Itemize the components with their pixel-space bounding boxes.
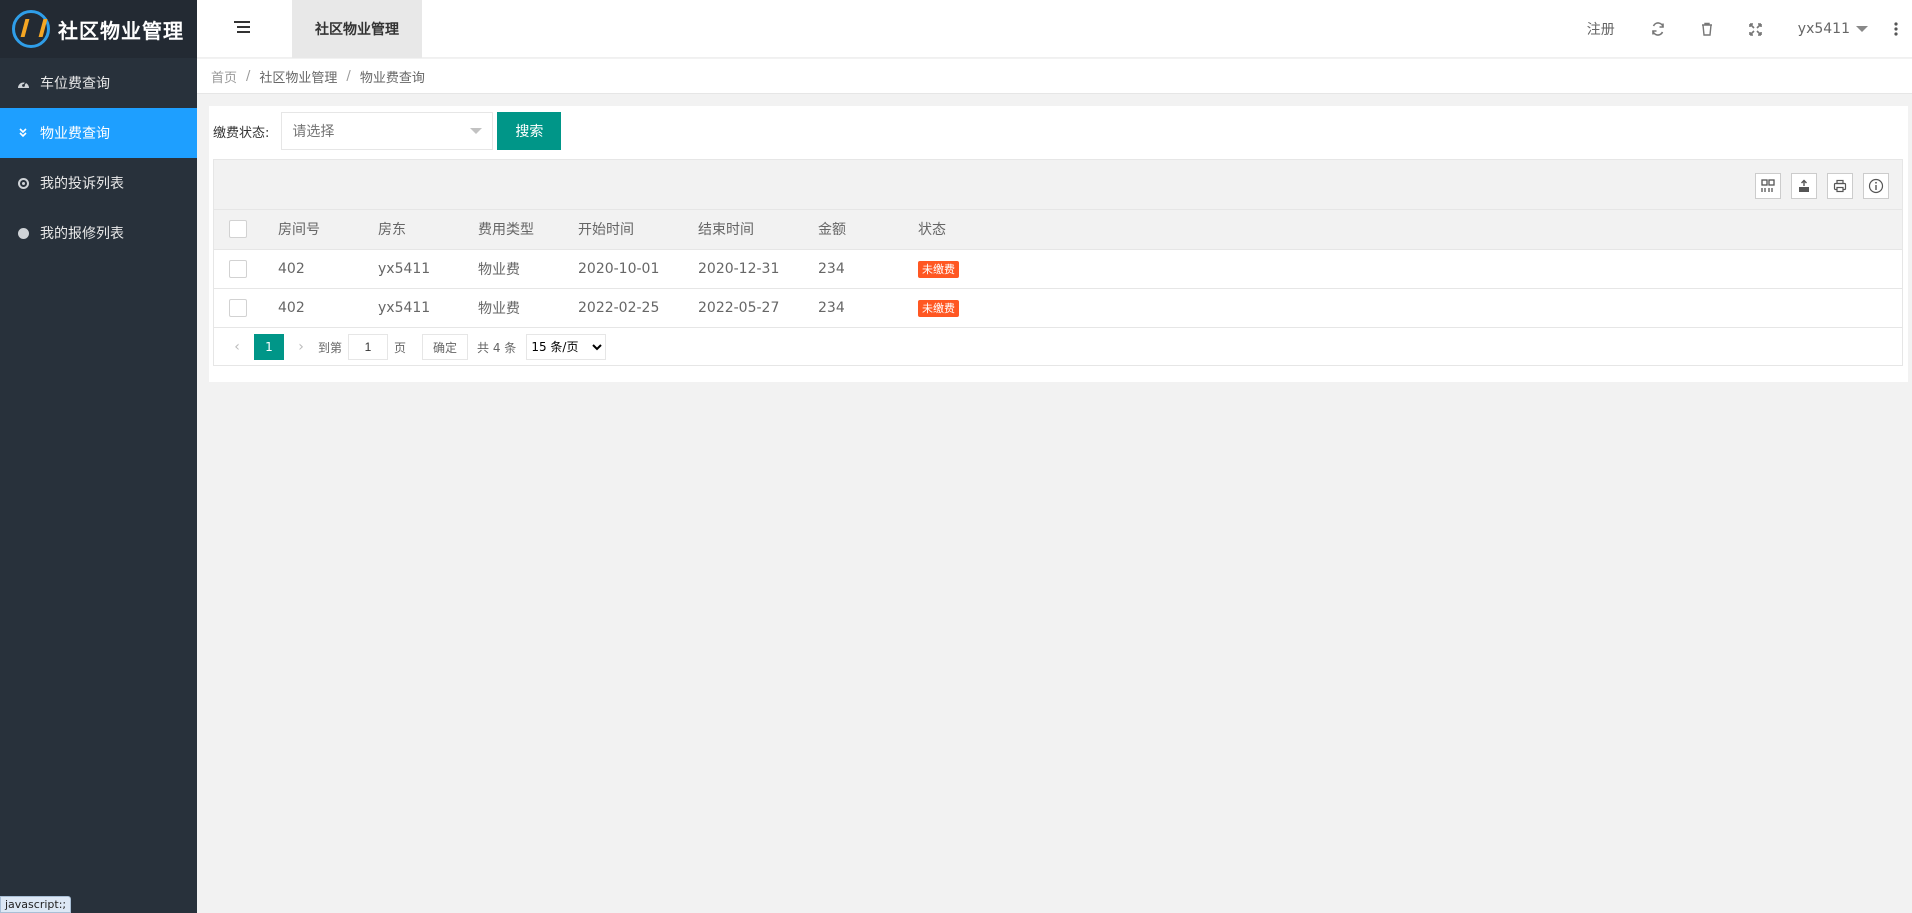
search-bar: 缴费状态: 请选择 搜索	[213, 112, 562, 150]
more-vertical-icon[interactable]	[1886, 22, 1912, 36]
fullscreen-icon[interactable]	[1731, 22, 1780, 36]
breadcrumb-home[interactable]: 首页	[211, 67, 237, 86]
cell-owner: yx5411	[378, 260, 431, 277]
total-count: 共 4 条	[477, 340, 517, 355]
sidebar: 社区物业管理 车位费查询 物业费查询 我的投诉列表 我的报修列表 javascr…	[0, 0, 197, 913]
status-badge: 未缴费	[918, 260, 959, 278]
main-card: 缴费状态: 请选择 搜索 房间号 房东 费用类型 开始时间 结束时间 金额 状态…	[209, 106, 1908, 382]
pagination: ‹ 1 › 到第 页 确定 共 4 条 15 条/页	[214, 327, 1902, 366]
sidebar-item-label: 我的报修列表	[40, 226, 124, 242]
chevron-down-icon	[1856, 26, 1868, 32]
row-checkbox[interactable]	[229, 298, 247, 317]
row-checkbox[interactable]	[229, 259, 247, 278]
cell-fee-type: 物业费	[478, 261, 520, 278]
cell-room: 402	[278, 260, 305, 277]
column-header: 结束时间	[698, 222, 754, 239]
menu-toggle-icon[interactable]	[234, 21, 250, 37]
cell-end: 2022-05-27	[698, 299, 780, 316]
chevron-down-icon	[470, 128, 483, 134]
cell-start: 2022-02-25	[578, 299, 660, 316]
column-header: 状态	[918, 222, 946, 239]
select-placeholder: 请选择	[292, 124, 335, 140]
search-button[interactable]: 搜索	[497, 112, 562, 150]
app-title: 社区物业管理	[58, 18, 184, 43]
column-header: 金额	[818, 222, 846, 239]
breadcrumb-section[interactable]: 社区物业管理	[259, 67, 337, 86]
column-header: 房东	[378, 222, 406, 239]
cell-fee-type: 物业费	[478, 300, 520, 317]
cell-room: 402	[278, 299, 305, 316]
circle-icon	[16, 226, 30, 240]
goto-label: 到第	[318, 340, 343, 355]
goto-page-input[interactable]	[348, 334, 389, 360]
cell-amount: 234	[818, 260, 845, 277]
column-header: 开始时间	[578, 222, 634, 239]
tab-community-property[interactable]: 社区物业管理	[292, 0, 422, 58]
username: yx5411	[1797, 21, 1850, 37]
refresh-icon[interactable]	[1633, 22, 1683, 36]
dashboard-icon	[16, 76, 30, 90]
sidebar-item-property-fee[interactable]: 物业费查询	[0, 108, 197, 158]
sidebar-item-complaints[interactable]: 我的投诉列表	[0, 158, 197, 208]
data-table: 房间号 房东 费用类型 开始时间 结束时间 金额 状态 402 yx5411 物…	[214, 210, 1902, 327]
trash-icon[interactable]	[1683, 22, 1731, 36]
goto-confirm-button[interactable]: 确定	[422, 334, 469, 360]
info-icon[interactable]	[1863, 173, 1889, 199]
sidebar-item-parking-fee[interactable]: 车位费查询	[0, 58, 197, 108]
print-icon[interactable]	[1827, 173, 1853, 199]
status-bar-tooltip: javascript:;	[0, 896, 72, 913]
table-toolbar	[214, 160, 1902, 210]
payment-status-label: 缴费状态:	[213, 125, 270, 141]
table-header-row: 房间号 房东 费用类型 开始时间 结束时间 金额 状态	[214, 210, 1902, 249]
cell-end: 2020-12-31	[698, 260, 780, 277]
export-icon[interactable]	[1791, 173, 1817, 199]
breadcrumb-current: 物业费查询	[359, 70, 425, 86]
sidebar-item-repairs[interactable]: 我的报修列表	[0, 208, 197, 258]
sidebar-item-label: 我的投诉列表	[40, 176, 124, 192]
column-header: 费用类型	[478, 222, 534, 239]
next-page-icon[interactable]: ›	[290, 339, 312, 355]
breadcrumb: 首页 / 社区物业管理 / 物业费查询	[197, 59, 1912, 94]
top-header: 社区物业管理 注册 yx5411	[197, 0, 1912, 58]
logo-icon	[12, 10, 50, 48]
cell-amount: 234	[818, 299, 845, 316]
double-chevron-down-icon	[16, 126, 30, 140]
column-header: 房间号	[278, 222, 320, 239]
table-row[interactable]: 402 yx5411 物业费 2022-02-25 2022-05-27 234…	[214, 288, 1902, 327]
sidebar-item-label: 物业费查询	[40, 126, 110, 142]
prev-page-icon[interactable]: ‹	[226, 339, 248, 355]
status-badge: 未缴费	[918, 299, 959, 317]
target-icon	[16, 176, 30, 190]
register-link[interactable]: 注册	[1569, 19, 1633, 39]
cell-owner: yx5411	[378, 299, 431, 316]
columns-filter-icon[interactable]	[1755, 173, 1781, 199]
fee-table: 房间号 房东 费用类型 开始时间 结束时间 金额 状态 402 yx5411 物…	[213, 159, 1903, 366]
page-size-select[interactable]: 15 条/页	[526, 334, 607, 360]
logo[interactable]: 社区物业管理	[0, 0, 197, 58]
payment-status-select[interactable]: 请选择	[281, 112, 494, 150]
table-row[interactable]: 402 yx5411 物业费 2020-10-01 2020-12-31 234…	[214, 249, 1902, 288]
page-unit-label: 页	[394, 340, 407, 355]
cell-start: 2020-10-01	[578, 260, 660, 277]
select-all-checkbox[interactable]	[229, 220, 247, 239]
user-menu[interactable]: yx5411	[1780, 21, 1886, 37]
sidebar-item-label: 车位费查询	[40, 76, 110, 92]
current-page[interactable]: 1	[254, 334, 284, 360]
